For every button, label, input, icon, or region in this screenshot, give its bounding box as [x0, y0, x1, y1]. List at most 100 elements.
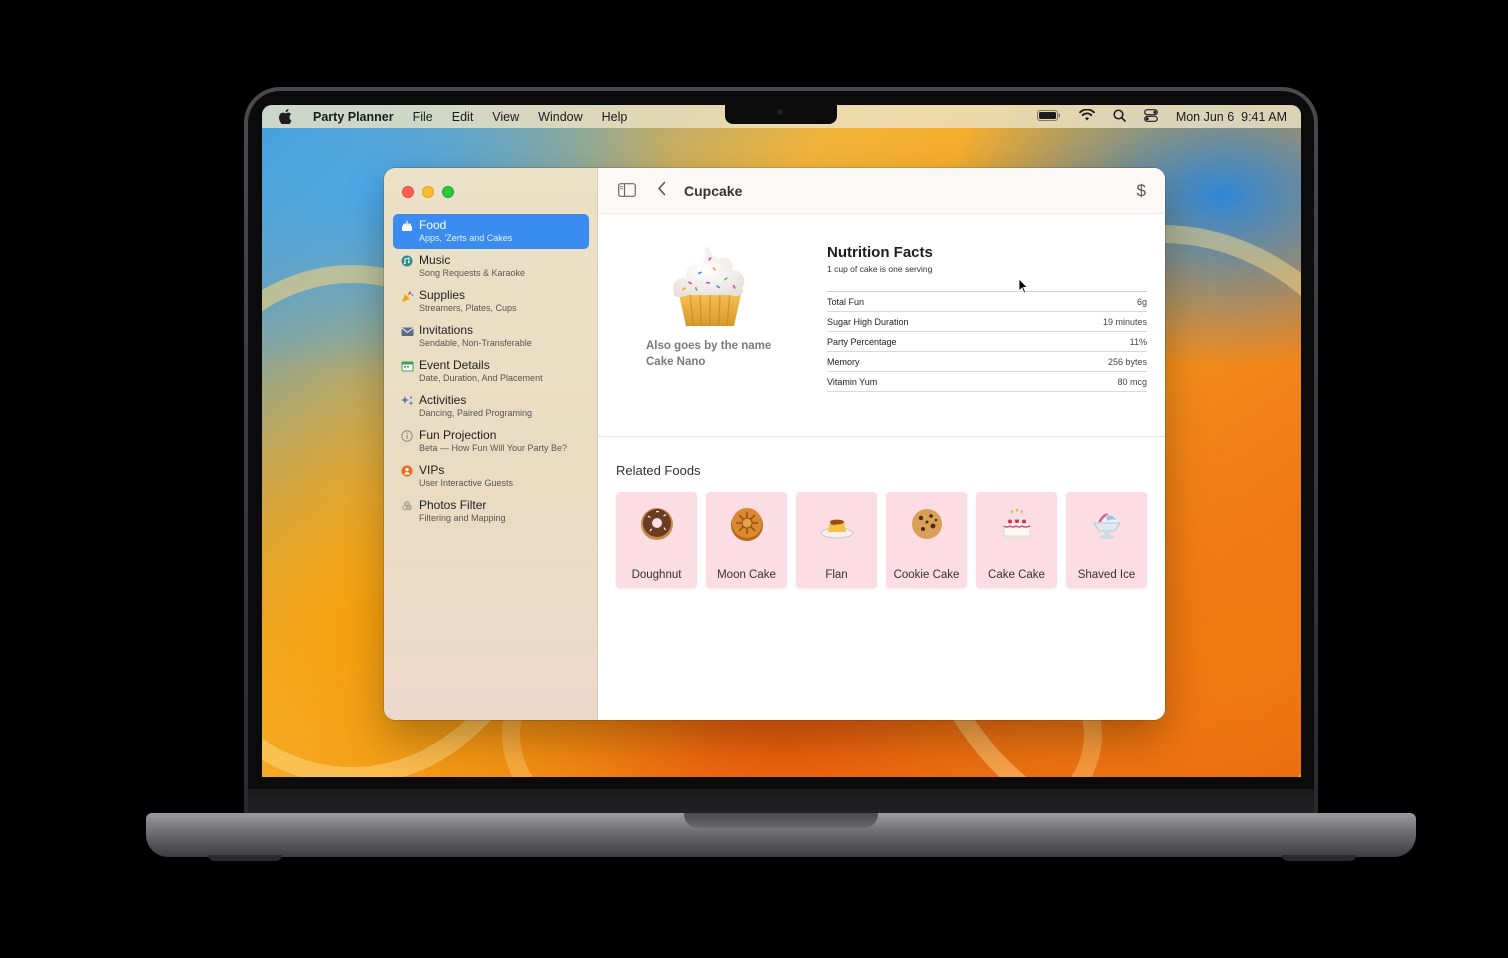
related-food-card[interactable]: Shaved Ice [1066, 492, 1147, 588]
page-title: Cupcake [684, 183, 743, 199]
nutrition-row: Memory 256 bytes [827, 352, 1147, 372]
sidebar-item-subtitle: Sendable, Non-Transferable [419, 338, 532, 348]
related-food-card[interactable]: Cookie Cake [886, 492, 967, 588]
minimize-button[interactable] [422, 186, 434, 198]
cupcake-icon [668, 238, 752, 330]
sidebar-item-title: Invitations [419, 323, 474, 337]
cookie-icon [909, 506, 945, 542]
food-caption: Also goes by the name Cake Nano [634, 338, 786, 370]
sidebar-item-fun-projection[interactable]: Fun Projection Beta — How Fun Will Your … [393, 424, 589, 459]
nutrition-label: Sugar High Duration [827, 316, 909, 327]
nutrition-label: Memory [827, 356, 860, 367]
chevron-left-icon[interactable] [657, 181, 666, 201]
sidebar-item-title: VIPs [419, 463, 445, 477]
related-food-label: Flan [825, 569, 848, 581]
related-food-card[interactable]: Cake Cake [976, 492, 1057, 588]
sidebar-item-supplies[interactable]: Supplies Streamers, Plates, Cups [393, 284, 589, 319]
menu-view[interactable]: View [492, 110, 519, 124]
zoom-button[interactable] [442, 186, 454, 198]
sidebar-item-title: Food [419, 218, 447, 232]
control-center-icon[interactable] [1143, 108, 1158, 125]
photo-filter-icon [400, 499, 414, 513]
laptop-foot [208, 855, 282, 861]
sidebar-item-title: Activities [419, 393, 467, 407]
sidebar-item-event-details[interactable]: Event Details Date, Duration, And Placem… [393, 354, 589, 389]
sidebar-item-invitations[interactable]: Invitations Sendable, Non-Transferable [393, 319, 589, 354]
nutrition-title: Nutrition Facts [827, 244, 933, 261]
sidebar-item-activities[interactable]: Activities Dancing, Paired Programing [393, 389, 589, 424]
search-icon[interactable] [1113, 108, 1126, 125]
shaved-ice-icon [1089, 506, 1125, 542]
apple-icon[interactable] [279, 109, 297, 124]
related-food-label: Shaved Ice [1077, 569, 1136, 581]
nutrition-table: Total Fun 6g Sugar High Duration 19 minute… [827, 291, 1147, 392]
related-foods-grid: Doughnut Moon Cake Flan Cookie Cake Cake… [616, 492, 1147, 588]
menu-app-name[interactable]: Party Planner [313, 110, 394, 124]
sidebar-item-music[interactable]: Music Song Requests & Karaoke [393, 249, 589, 284]
nutrition-value: 19 minutes [1102, 316, 1147, 327]
food-caption-line: Cake Nano [646, 356, 706, 368]
sidebar-item-title: Event Details [419, 358, 490, 372]
sidebar-item-subtitle: Filtering and Mapping [419, 513, 506, 523]
window-controls [402, 186, 454, 198]
sparkles-icon [400, 394, 414, 408]
sidebar-item-subtitle: Dancing, Paired Programing [419, 408, 533, 418]
related-food-card[interactable]: Doughnut [616, 492, 697, 588]
nutrition-value: 80 mcg [1117, 376, 1147, 387]
person-icon [400, 464, 414, 478]
laptop-chin [248, 789, 1314, 815]
sidebar: Food Apps, 'Zerts and Cakes Music Song R… [384, 168, 598, 720]
nutrition-row: Vitamin Yum 80 mcg [827, 372, 1147, 392]
menu-file[interactable]: File [413, 110, 433, 124]
related-food-card[interactable]: Moon Cake [706, 492, 787, 588]
toolbar: Cupcake $ [598, 168, 1165, 214]
flan-icon [819, 506, 855, 542]
dollar-button[interactable]: $ [1137, 181, 1146, 201]
menu-window[interactable]: Window [538, 110, 582, 124]
nutrition-serving: 1 cup of cake is one serving [827, 264, 933, 274]
laptop-foot [1282, 855, 1356, 861]
related-food-label: Cookie Cake [893, 569, 960, 581]
sidebar-item-subtitle: Streamers, Plates, Cups [419, 303, 517, 313]
envelope-icon [400, 324, 414, 338]
birthday-cake-icon [999, 506, 1035, 542]
mouse-cursor-icon [1018, 278, 1028, 294]
menu-bar: Party Planner File Edit View Window Help… [262, 105, 1301, 128]
sidebar-item-title: Photos Filter [419, 498, 487, 512]
sidebar-item-vips[interactable]: VIPs User Interactive Guests [393, 459, 589, 494]
related-food-label: Doughnut [631, 569, 682, 581]
sidebar-item-subtitle: User Interactive Guests [419, 478, 514, 488]
laptop-thumb-notch [684, 813, 878, 828]
sidebar-item-food[interactable]: Food Apps, 'Zerts and Cakes [393, 214, 589, 249]
nutrition-value: 11% [1129, 336, 1147, 347]
nutrition-facts: Nutrition Facts 1 cup of cake is one ser… [827, 244, 1147, 392]
calendar-icon [400, 359, 414, 373]
sidebar-item-title: Music [419, 253, 451, 267]
nutrition-row: Sugar High Duration 19 minutes [827, 312, 1147, 332]
nutrition-row: Party Percentage 11% [827, 332, 1147, 352]
sidebar-list: Food Apps, 'Zerts and Cakes Music Song R… [393, 214, 589, 529]
menu-help[interactable]: Help [602, 110, 628, 124]
nutrition-label: Total Fun [827, 296, 865, 307]
info-icon [400, 429, 414, 443]
section-divider [598, 436, 1165, 437]
app-window: Food Apps, 'Zerts and Cakes Music Song R… [384, 168, 1165, 720]
sidebar-item-title: Fun Projection [419, 428, 497, 442]
nutrition-label: Vitamin Yum [827, 376, 878, 387]
menubar-clock[interactable]: Mon Jun 6 9:41 AM [1176, 110, 1287, 124]
food-hero: Also goes by the name Cake Nano [634, 238, 786, 370]
moon-cake-icon [729, 506, 765, 542]
party-popper-icon [400, 289, 414, 303]
close-button[interactable] [402, 186, 414, 198]
camera-notch [725, 105, 837, 124]
related-food-card[interactable]: Flan [796, 492, 877, 588]
battery-icon[interactable] [1036, 109, 1061, 124]
menu-edit[interactable]: Edit [452, 110, 474, 124]
cake-icon [400, 219, 414, 233]
sidebar-toggle-icon[interactable] [618, 183, 636, 197]
sidebar-item-photos-filter[interactable]: Photos Filter Filtering and Mapping [393, 494, 589, 529]
wifi-icon[interactable] [1078, 108, 1095, 124]
food-caption-line: Also goes by the name [646, 340, 772, 352]
nutrition-row: Total Fun 6g [827, 292, 1147, 312]
sidebar-item-subtitle: Song Requests & Karaoke [419, 268, 526, 278]
